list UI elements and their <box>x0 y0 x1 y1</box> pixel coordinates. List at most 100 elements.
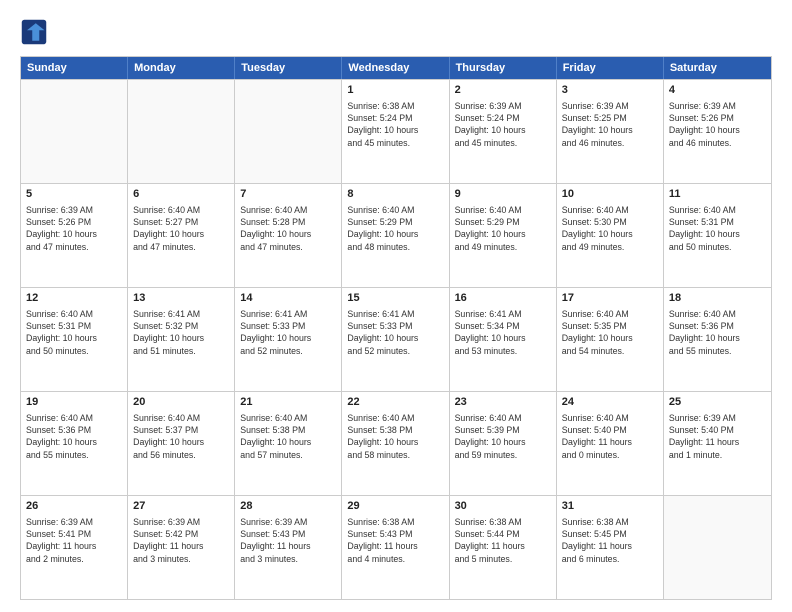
day-number: 24 <box>562 395 658 410</box>
day-number: 19 <box>26 395 122 410</box>
logo-icon <box>20 18 48 46</box>
day-info: Sunrise: 6:40 AM Sunset: 5:29 PM Dayligh… <box>455 204 551 253</box>
day-cell-21: 21 Sunrise: 6:40 AM Sunset: 5:38 PM Dayli… <box>235 392 342 495</box>
day-cell-13: 13 Sunrise: 6:41 AM Sunset: 5:32 PM Dayli… <box>128 288 235 391</box>
day-number: 23 <box>455 395 551 410</box>
day-number: 28 <box>240 499 336 514</box>
day-info: Sunrise: 6:40 AM Sunset: 5:31 PM Dayligh… <box>26 308 122 357</box>
day-cell-27: 27 Sunrise: 6:39 AM Sunset: 5:42 PM Dayli… <box>128 496 235 599</box>
day-number: 18 <box>669 291 766 306</box>
day-info: Sunrise: 6:40 AM Sunset: 5:38 PM Dayligh… <box>347 412 443 461</box>
day-cell-8: 8 Sunrise: 6:40 AM Sunset: 5:29 PM Daylig… <box>342 184 449 287</box>
day-cell-31: 31 Sunrise: 6:38 AM Sunset: 5:45 PM Dayli… <box>557 496 664 599</box>
weekday-header-friday: Friday <box>557 57 664 79</box>
day-info: Sunrise: 6:40 AM Sunset: 5:37 PM Dayligh… <box>133 412 229 461</box>
day-number: 10 <box>562 187 658 202</box>
day-cell-29: 29 Sunrise: 6:38 AM Sunset: 5:43 PM Dayli… <box>342 496 449 599</box>
calendar-row-2: 5 Sunrise: 6:39 AM Sunset: 5:26 PM Daylig… <box>21 183 771 287</box>
day-cell-24: 24Sunrise: 6:40 AM Sunset: 5:40 PM Dayli… <box>557 392 664 495</box>
day-info: Sunrise: 6:40 AM Sunset: 5:31 PM Dayligh… <box>669 204 766 253</box>
day-info: Sunrise: 6:40 AM Sunset: 5:36 PM Dayligh… <box>669 308 766 357</box>
day-info: Sunrise: 6:40 AM Sunset: 5:36 PM Dayligh… <box>26 412 122 461</box>
day-info: Sunrise: 6:39 AM Sunset: 5:41 PM Dayligh… <box>26 516 122 565</box>
day-info: Sunrise: 6:40 AM Sunset: 5:29 PM Dayligh… <box>347 204 443 253</box>
day-number: 25 <box>669 395 766 410</box>
day-info: Sunrise: 6:40 AM Sunset: 5:35 PM Dayligh… <box>562 308 658 357</box>
day-cell-17: 17 Sunrise: 6:40 AM Sunset: 5:35 PM Dayli… <box>557 288 664 391</box>
day-info: Sunrise: 6:39 AM Sunset: 5:25 PM Dayligh… <box>562 100 658 149</box>
day-info: Sunrise: 6:38 AM Sunset: 5:43 PM Dayligh… <box>347 516 443 565</box>
day-cell-11: 11 Sunrise: 6:40 AM Sunset: 5:31 PM Dayli… <box>664 184 771 287</box>
day-number: 6 <box>133 187 229 202</box>
day-number: 9 <box>455 187 551 202</box>
day-info: Sunrise: 6:40 AM Sunset: 5:30 PM Dayligh… <box>562 204 658 253</box>
day-cell-4: 4Sunrise: 6:39 AM Sunset: 5:26 PM Daylig… <box>664 80 771 183</box>
day-number: 8 <box>347 187 443 202</box>
day-info: Sunrise: 6:39 AM Sunset: 5:43 PM Dayligh… <box>240 516 336 565</box>
calendar-row-3: 12 Sunrise: 6:40 AM Sunset: 5:31 PM Dayli… <box>21 287 771 391</box>
day-cell-18: 18 Sunrise: 6:40 AM Sunset: 5:36 PM Dayli… <box>664 288 771 391</box>
calendar-header: SundayMondayTuesdayWednesdayThursdayFrid… <box>21 57 771 79</box>
empty-cell <box>235 80 342 183</box>
logo <box>20 18 52 46</box>
day-info: Sunrise: 6:39 AM Sunset: 5:40 PM Dayligh… <box>669 412 766 461</box>
calendar-row-4: 19 Sunrise: 6:40 AM Sunset: 5:36 PM Dayli… <box>21 391 771 495</box>
day-cell-14: 14 Sunrise: 6:41 AM Sunset: 5:33 PM Dayli… <box>235 288 342 391</box>
day-cell-2: 2 Sunrise: 6:39 AM Sunset: 5:24 PM Daylig… <box>450 80 557 183</box>
day-info: Sunrise: 6:39 AM Sunset: 5:26 PM Dayligh… <box>26 204 122 253</box>
day-cell-10: 10 Sunrise: 6:40 AM Sunset: 5:30 PM Dayli… <box>557 184 664 287</box>
day-number: 21 <box>240 395 336 410</box>
day-number: 31 <box>562 499 658 514</box>
page: SundayMondayTuesdayWednesdayThursdayFrid… <box>0 0 792 612</box>
day-number: 17 <box>562 291 658 306</box>
weekday-header-thursday: Thursday <box>450 57 557 79</box>
day-number: 13 <box>133 291 229 306</box>
day-number: 16 <box>455 291 551 306</box>
day-info: Sunrise: 6:41 AM Sunset: 5:33 PM Dayligh… <box>240 308 336 357</box>
day-number: 11 <box>669 187 766 202</box>
calendar-row-1: 1 Sunrise: 6:38 AM Sunset: 5:24 PM Daylig… <box>21 79 771 183</box>
weekday-header-sunday: Sunday <box>21 57 128 79</box>
day-cell-16: 16 Sunrise: 6:41 AM Sunset: 5:34 PM Dayli… <box>450 288 557 391</box>
day-info: Sunrise: 6:40 AM Sunset: 5:27 PM Dayligh… <box>133 204 229 253</box>
day-cell-19: 19 Sunrise: 6:40 AM Sunset: 5:36 PM Dayli… <box>21 392 128 495</box>
weekday-header-saturday: Saturday <box>664 57 771 79</box>
day-cell-20: 20Sunrise: 6:40 AM Sunset: 5:37 PM Dayli… <box>128 392 235 495</box>
day-info: Sunrise: 6:41 AM Sunset: 5:34 PM Dayligh… <box>455 308 551 357</box>
day-number: 5 <box>26 187 122 202</box>
day-info: Sunrise: 6:38 AM Sunset: 5:45 PM Dayligh… <box>562 516 658 565</box>
day-info: Sunrise: 6:39 AM Sunset: 5:26 PM Dayligh… <box>669 100 766 149</box>
day-info: Sunrise: 6:41 AM Sunset: 5:33 PM Dayligh… <box>347 308 443 357</box>
empty-cell <box>664 496 771 599</box>
day-info: Sunrise: 6:40 AM Sunset: 5:38 PM Dayligh… <box>240 412 336 461</box>
empty-cell <box>21 80 128 183</box>
day-cell-23: 23Sunrise: 6:40 AM Sunset: 5:39 PM Dayli… <box>450 392 557 495</box>
day-number: 2 <box>455 83 551 98</box>
day-info: Sunrise: 6:38 AM Sunset: 5:44 PM Dayligh… <box>455 516 551 565</box>
day-info: Sunrise: 6:39 AM Sunset: 5:42 PM Dayligh… <box>133 516 229 565</box>
calendar-body: 1 Sunrise: 6:38 AM Sunset: 5:24 PM Daylig… <box>21 79 771 599</box>
day-cell-28: 28 Sunrise: 6:39 AM Sunset: 5:43 PM Dayli… <box>235 496 342 599</box>
weekday-header-wednesday: Wednesday <box>342 57 449 79</box>
day-info: Sunrise: 6:38 AM Sunset: 5:24 PM Dayligh… <box>347 100 443 149</box>
day-number: 7 <box>240 187 336 202</box>
day-info: Sunrise: 6:40 AM Sunset: 5:28 PM Dayligh… <box>240 204 336 253</box>
day-cell-22: 22 Sunrise: 6:40 AM Sunset: 5:38 PM Dayli… <box>342 392 449 495</box>
day-cell-5: 5 Sunrise: 6:39 AM Sunset: 5:26 PM Daylig… <box>21 184 128 287</box>
day-number: 26 <box>26 499 122 514</box>
day-info: Sunrise: 6:41 AM Sunset: 5:32 PM Dayligh… <box>133 308 229 357</box>
day-number: 29 <box>347 499 443 514</box>
day-number: 12 <box>26 291 122 306</box>
day-number: 30 <box>455 499 551 514</box>
day-cell-3: 3Sunrise: 6:39 AM Sunset: 5:25 PM Daylig… <box>557 80 664 183</box>
day-info: Sunrise: 6:39 AM Sunset: 5:24 PM Dayligh… <box>455 100 551 149</box>
day-cell-7: 7 Sunrise: 6:40 AM Sunset: 5:28 PM Daylig… <box>235 184 342 287</box>
day-cell-12: 12 Sunrise: 6:40 AM Sunset: 5:31 PM Dayli… <box>21 288 128 391</box>
day-number: 27 <box>133 499 229 514</box>
day-number: 14 <box>240 291 336 306</box>
header <box>20 18 772 46</box>
day-number: 1 <box>347 83 443 98</box>
calendar: SundayMondayTuesdayWednesdayThursdayFrid… <box>20 56 772 600</box>
weekday-header-tuesday: Tuesday <box>235 57 342 79</box>
day-number: 22 <box>347 395 443 410</box>
